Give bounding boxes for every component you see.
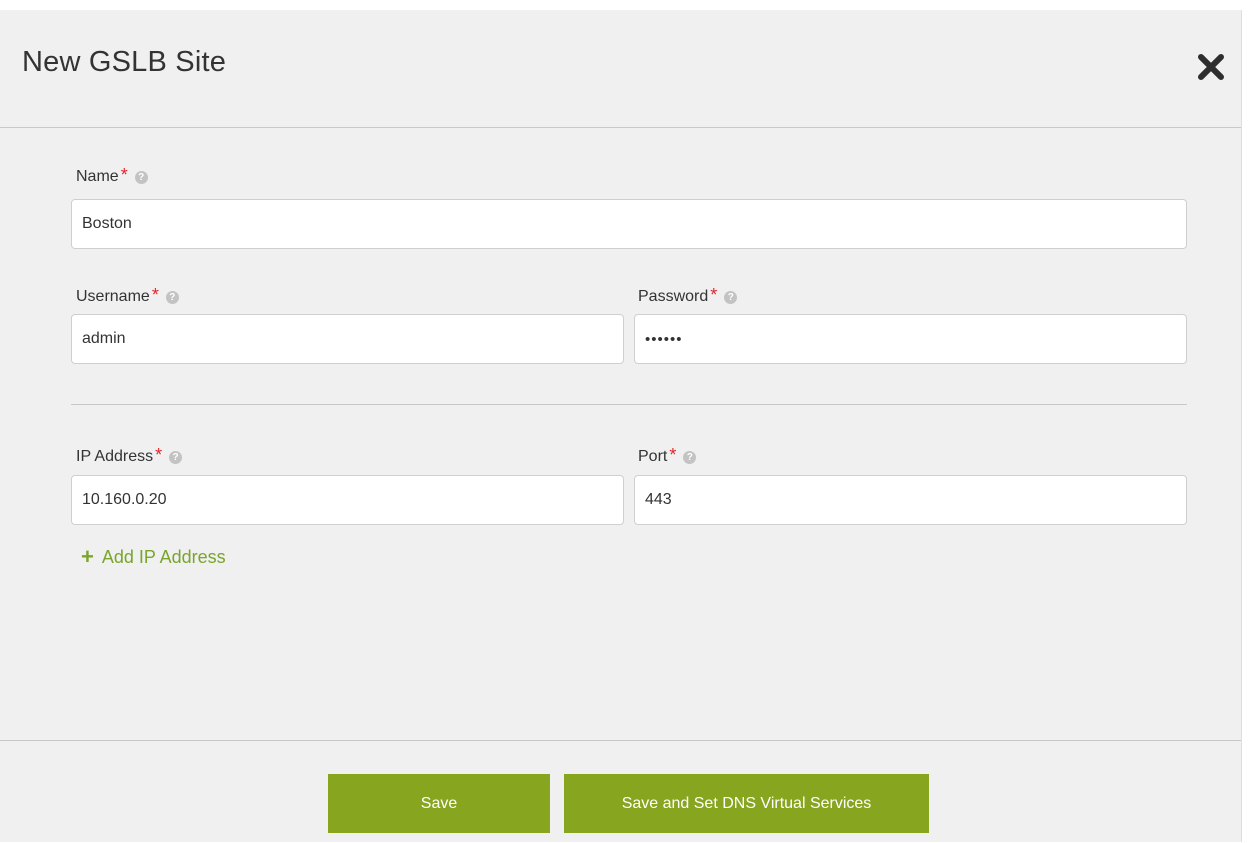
port-label-text: Port [638, 448, 668, 465]
required-asterisk: * [155, 445, 163, 465]
close-icon[interactable] [1194, 50, 1228, 84]
add-ip-address-label: Add IP Address [101, 547, 226, 567]
required-asterisk: * [669, 445, 677, 465]
modal-header: New GSLB Site [0, 10, 1241, 128]
modal-footer: Save Save and Set DNS Virtual Services [0, 740, 1241, 843]
modal-title: New GSLB Site [22, 46, 227, 78]
password-label: Password *? [638, 285, 738, 306]
help-icon[interactable]: ? [169, 451, 183, 464]
password-label-text: Password [638, 288, 709, 305]
required-asterisk: * [151, 285, 159, 305]
plus-icon: + [81, 544, 94, 569]
help-icon[interactable]: ? [134, 171, 148, 184]
name-label-text: Name [76, 168, 119, 185]
help-icon[interactable]: ? [724, 291, 738, 304]
background-page-strip [0, 0, 1249, 10]
add-ip-address-link[interactable]: + Add IP Address [81, 544, 226, 570]
ip-address-label: IP Address *? [76, 445, 183, 466]
save-button[interactable]: Save [328, 774, 550, 833]
save-and-set-dns-button[interactable]: Save and Set DNS Virtual Services [564, 774, 929, 833]
new-gslb-site-modal: New GSLB Site Name*? Username*? Password… [0, 10, 1242, 842]
required-asterisk: * [710, 285, 718, 305]
help-icon[interactable]: ? [165, 291, 179, 304]
help-icon[interactable]: ? [683, 451, 697, 464]
ip-address-label-text: IP Address [76, 448, 154, 465]
username-field[interactable] [71, 314, 624, 364]
required-asterisk: * [120, 165, 128, 185]
username-label: Username *? [76, 285, 179, 306]
password-field[interactable] [634, 314, 1187, 364]
name-field[interactable] [71, 199, 1187, 249]
ip-address-field[interactable] [71, 475, 624, 525]
section-divider [71, 404, 1187, 405]
username-label-text: Username [76, 288, 150, 305]
port-label: Port *? [638, 445, 697, 466]
port-field[interactable] [634, 475, 1187, 525]
name-label: Name *? [76, 165, 148, 186]
